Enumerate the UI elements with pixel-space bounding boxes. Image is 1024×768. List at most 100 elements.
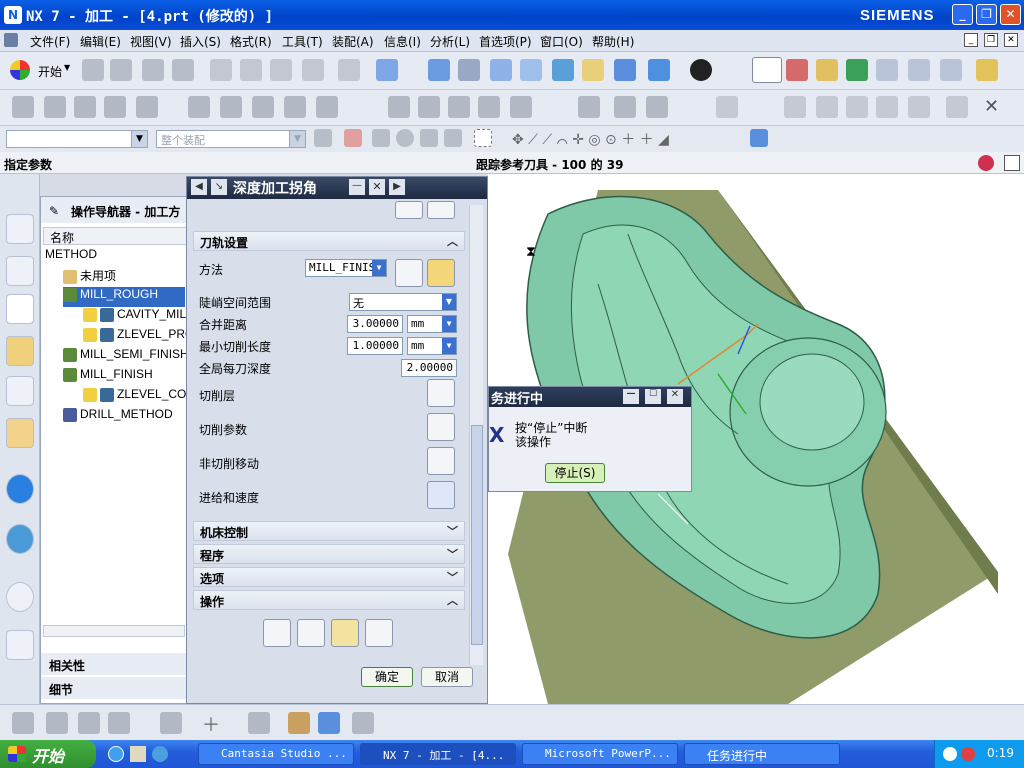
select-filter-icon[interactable] (376, 59, 398, 81)
delete-toolpath-icon[interactable] (316, 96, 338, 118)
output-cls-icon[interactable] (940, 59, 962, 81)
curve-rule-icon[interactable] (420, 129, 438, 147)
paste-icon[interactable] (270, 59, 292, 81)
chevron-right-icon[interactable]: ▶ (389, 179, 405, 195)
tree-row-mill-semi-finish[interactable]: MILL_SEMI_FINISH (63, 347, 189, 367)
minimize-dialog-icon[interactable]: — (349, 179, 365, 195)
cut-icon[interactable] (210, 59, 232, 81)
open-file-icon[interactable] (110, 59, 132, 81)
workflow-icon[interactable] (12, 712, 34, 734)
section-program[interactable]: 程序 ﹀ (193, 544, 465, 564)
measure-icon[interactable] (976, 59, 998, 81)
tree-row-method[interactable]: METHOD (45, 247, 97, 267)
stop-button[interactable]: 停止(S) (545, 463, 605, 483)
fullscreen-icon[interactable] (1004, 155, 1020, 171)
tree-row-mill-rough[interactable]: MILL_ROUGH (63, 287, 185, 307)
menu-preferences[interactable]: 首选项(P) (479, 33, 532, 50)
plane-icon[interactable] (876, 96, 898, 118)
transform-icon[interactable] (510, 96, 532, 118)
doc-restore-button[interactable]: ❐ (984, 33, 998, 47)
display-toolpath-icon[interactable] (578, 96, 600, 118)
history-tab-icon[interactable] (6, 418, 34, 448)
tree-row-zlevel-cor[interactable]: ZLEVEL_COR (83, 387, 195, 407)
menu-info[interactable]: 信息(I) (384, 33, 421, 50)
new-file-icon[interactable] (82, 59, 104, 81)
undo-icon[interactable] (338, 59, 360, 81)
save-icon[interactable] (142, 59, 164, 81)
tree-row-zlevel-pro[interactable]: ZLEVEL_PRO (83, 327, 194, 347)
operation-group-icon[interactable] (46, 712, 68, 734)
feature-op-icon[interactable] (716, 96, 738, 118)
menu-help[interactable]: 帮助(H) (592, 33, 634, 50)
select-box-icon[interactable] (474, 129, 492, 147)
boundary-icon[interactable] (248, 712, 270, 734)
close-icon[interactable]: ✕ (369, 179, 385, 195)
geometry-group-icon[interactable] (108, 712, 130, 734)
selection-scope-icon[interactable] (372, 129, 390, 147)
windows-start-button[interactable]: 开始 (0, 740, 96, 768)
tree-row-unused[interactable]: 未用项 (63, 267, 116, 287)
web-browser-icon[interactable] (6, 524, 34, 554)
panel-related[interactable]: 相关性 (41, 653, 187, 675)
create-geometry-icon[interactable] (74, 96, 96, 118)
print-icon[interactable] (172, 59, 194, 81)
display-tool-icon[interactable] (614, 96, 636, 118)
doc-minimize-button[interactable]: _ (964, 33, 978, 47)
cut-object-icon[interactable] (418, 96, 440, 118)
type-filter-combo[interactable]: ▼ (6, 130, 148, 148)
reuse-library-tab-icon[interactable] (6, 376, 34, 406)
min-cut-unit-select[interactable]: mm ▼ (407, 337, 457, 355)
wrench-icon[interactable] (427, 259, 455, 287)
non-cutting-button[interactable] (427, 447, 455, 475)
shaded-view-icon[interactable] (614, 59, 636, 81)
body-icon[interactable] (908, 96, 930, 118)
add-point-icon[interactable]: ＋ (202, 711, 220, 737)
create-tool-icon[interactable] (44, 96, 66, 118)
collapse-dialog-icon[interactable]: ↘ (211, 179, 227, 195)
tree-row-cavity-mill[interactable]: CAVITY_MIL (83, 307, 186, 327)
rotate-icon[interactable] (552, 59, 574, 81)
assembly-filter-combo[interactable]: 整个装配 ▼ (156, 130, 306, 148)
desktop-quicklaunch-icon[interactable] (130, 746, 146, 762)
panel-details[interactable]: 细节 (41, 677, 187, 699)
info-icon[interactable] (6, 474, 34, 504)
menu-analysis[interactable]: 分析(L) (430, 33, 470, 50)
merge-unit-select[interactable]: mm ▼ (407, 315, 457, 333)
start-menu-button[interactable]: 开始 (38, 63, 62, 80)
tool-icon[interactable] (816, 59, 838, 81)
shop-info-icon[interactable] (646, 96, 668, 118)
feeds-speeds-button[interactable] (427, 481, 455, 509)
pin-icon[interactable]: ✎ (49, 204, 59, 218)
cancel-button[interactable]: 取消 (421, 667, 473, 687)
csys-icon[interactable] (786, 59, 808, 81)
restore-button[interactable]: ❐ (976, 4, 997, 25)
fixture-icon[interactable] (288, 712, 310, 734)
task-nx[interactable]: NX 7 - 加工 - [4... (360, 743, 516, 765)
doc-close-button[interactable]: ✕ (1004, 33, 1018, 47)
create-program-icon[interactable] (12, 96, 34, 118)
steep-select[interactable]: 无 ▼ (349, 293, 457, 311)
assembly-nav-tab-icon[interactable] (6, 214, 34, 244)
menu-view[interactable]: 视图(V) (130, 33, 172, 50)
workpiece-icon[interactable] (352, 712, 374, 734)
wcs-icon[interactable] (752, 57, 782, 83)
menu-file[interactable]: 文件(F) (30, 33, 70, 50)
system-materials-icon[interactable] (6, 630, 34, 660)
minimize-button[interactable]: _ (952, 4, 973, 25)
task-progress[interactable]: 任务进行中 (684, 743, 840, 765)
constraint-nav-tab-icon[interactable] (6, 256, 34, 286)
list-icon[interactable] (365, 619, 393, 647)
quick-pick-icon[interactable] (750, 129, 768, 147)
tool-group-icon[interactable] (78, 712, 100, 734)
delete-icon[interactable] (302, 59, 324, 81)
display-icon[interactable] (427, 201, 455, 219)
method-create-icon[interactable] (395, 259, 423, 287)
global-depth-input[interactable]: 2.00000 (401, 359, 457, 377)
feature-icon[interactable] (160, 712, 182, 734)
horizontal-scrollbar[interactable] (43, 625, 185, 637)
replay-toolpath-icon[interactable] (220, 96, 242, 118)
ie-quicklaunch-icon[interactable] (108, 746, 124, 762)
edit-object-icon[interactable] (388, 96, 410, 118)
copy-object-icon[interactable] (448, 96, 470, 118)
tree-row-mill-finish[interactable]: MILL_FINISH (63, 367, 153, 387)
